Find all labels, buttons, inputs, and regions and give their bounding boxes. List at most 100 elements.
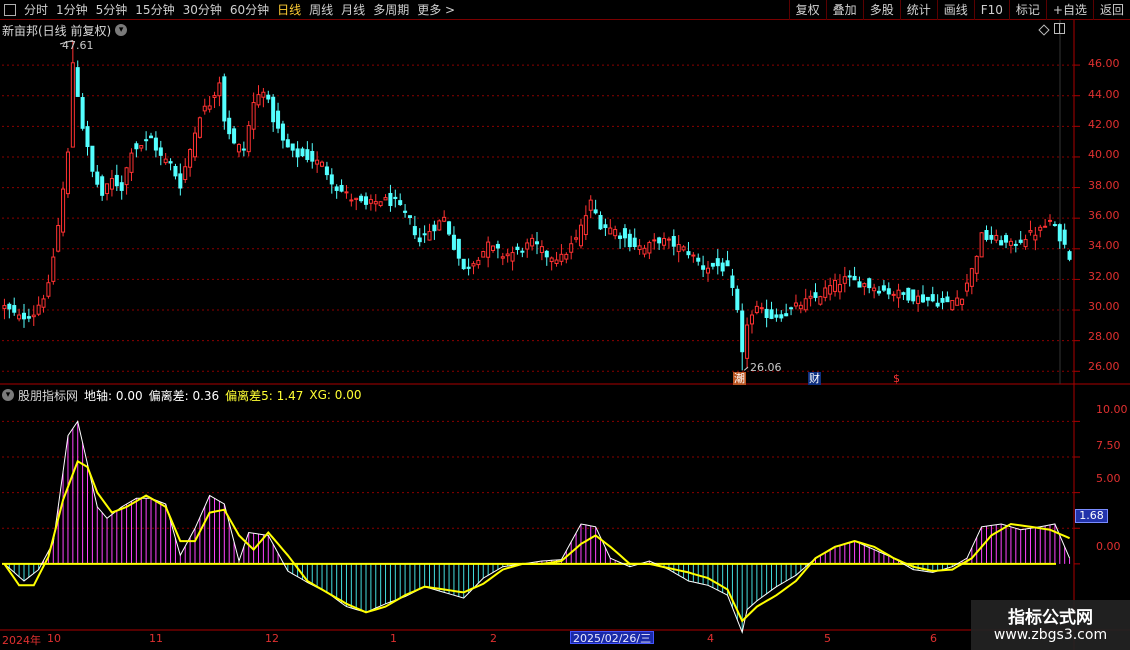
candle-body	[7, 303, 12, 310]
candle-body	[310, 150, 315, 162]
chart-corner-icons	[1038, 23, 1065, 36]
candle-body	[759, 307, 764, 310]
chevron-down-icon[interactable]: ▾	[115, 24, 128, 36]
watermark-title: 指标公式网	[1008, 608, 1093, 628]
candle-body	[666, 238, 671, 241]
x-month-6: 6	[930, 632, 937, 645]
watermark: 指标公式网 www.zbgs3.com	[971, 600, 1130, 650]
candle-body	[876, 290, 882, 294]
candle-body	[823, 287, 828, 298]
candle-body	[935, 302, 940, 307]
candle-body	[466, 266, 471, 269]
indicator-current-value-badge: 1.68	[1075, 509, 1108, 523]
candle-body	[686, 251, 691, 256]
x-month-12: 12	[265, 632, 279, 645]
candle-body	[80, 97, 85, 129]
candle-body	[290, 143, 295, 151]
deviation-line	[4, 420, 1071, 635]
candle-body	[21, 312, 27, 320]
price-tick-26: 26.00	[1088, 360, 1120, 373]
candle-body	[515, 246, 520, 251]
candle-body	[803, 298, 808, 311]
candle-body	[46, 282, 51, 297]
candle-body	[867, 278, 872, 289]
candle-body	[530, 237, 535, 247]
candle-body	[149, 135, 154, 139]
candle-body	[715, 258, 720, 267]
candle-body	[75, 67, 80, 97]
candle-body	[652, 239, 657, 242]
price-tick-32: 32.00	[1088, 270, 1120, 283]
stock-title: 新亩邦(日线 前复权)	[2, 23, 112, 38]
candle-body	[764, 308, 769, 318]
candle-body	[105, 183, 110, 195]
candle-body	[324, 166, 329, 176]
candle-body	[886, 288, 891, 295]
event-marker-chao[interactable]: 潮	[733, 372, 746, 385]
candle-body	[139, 145, 144, 149]
event-marker-cai[interactable]: 财	[808, 372, 821, 385]
candle-body	[539, 246, 544, 254]
chevron-down-icon[interactable]: ▾	[2, 389, 14, 401]
candle-body	[808, 295, 813, 299]
price-tick-28: 28.00	[1088, 330, 1120, 343]
candle-body	[417, 237, 422, 243]
candle-body	[891, 293, 896, 296]
price-and-indicator-chart[interactable]	[0, 0, 1130, 650]
candle-body	[745, 324, 750, 359]
x-month-2: 2	[490, 632, 497, 645]
candle-body	[256, 94, 261, 106]
candle-body	[173, 165, 178, 177]
candle-body	[906, 287, 911, 301]
candle-body	[676, 244, 681, 253]
indicator-tick-0: 0.00	[1096, 540, 1121, 553]
candle-body	[510, 252, 515, 262]
split-view-icon[interactable]	[1054, 23, 1065, 34]
candle-body	[100, 176, 105, 196]
candle-body	[41, 298, 46, 308]
candle-body	[207, 105, 212, 110]
candle-body	[569, 243, 574, 253]
candle-body	[662, 237, 667, 246]
price-tick-30: 30.00	[1088, 300, 1120, 313]
price-tick-40: 40.00	[1088, 148, 1120, 161]
candle-body	[85, 126, 90, 148]
candle-body	[593, 209, 598, 214]
candle-body	[618, 235, 623, 239]
candle-body	[896, 289, 901, 299]
candle-body	[784, 313, 789, 317]
indicator-tick-7-5: 7.50	[1096, 439, 1121, 452]
candle-body	[51, 256, 56, 282]
candle-body	[979, 232, 984, 258]
candle-body	[793, 302, 798, 307]
candle-body	[774, 314, 779, 318]
candle-body	[833, 279, 838, 292]
candle-body	[1033, 234, 1038, 241]
candle-body	[1004, 235, 1009, 243]
candle-body	[735, 288, 740, 311]
candle-body	[422, 233, 427, 236]
x-month-5: 5	[824, 632, 831, 645]
candle-body	[916, 295, 921, 305]
candle-body	[232, 128, 237, 144]
candle-body	[1013, 243, 1018, 246]
indicator-tick-5: 5.00	[1096, 472, 1121, 485]
diamond-icon[interactable]	[1038, 24, 1050, 36]
candle-body	[950, 300, 955, 311]
candle-body	[320, 161, 325, 167]
candle-body	[749, 314, 754, 325]
candle-body	[90, 145, 95, 172]
event-marker-dollar[interactable]: $	[892, 372, 901, 385]
candle-body	[285, 139, 290, 148]
candle-body	[955, 297, 960, 306]
candle-body	[432, 224, 437, 232]
x-month-1: 1	[390, 632, 397, 645]
candle-body	[862, 283, 867, 288]
candle-body	[999, 240, 1004, 246]
candle-body	[398, 200, 403, 206]
candle-body	[940, 297, 945, 303]
indicator-title-row: ▾ 股朋指标网 地轴: 0.00 偏离差: 0.36 偏离差5: 1.47 XG…	[2, 387, 368, 403]
candle-body	[212, 95, 217, 98]
candle-body	[1038, 226, 1043, 231]
x-axis-year: 2024年	[2, 634, 41, 647]
